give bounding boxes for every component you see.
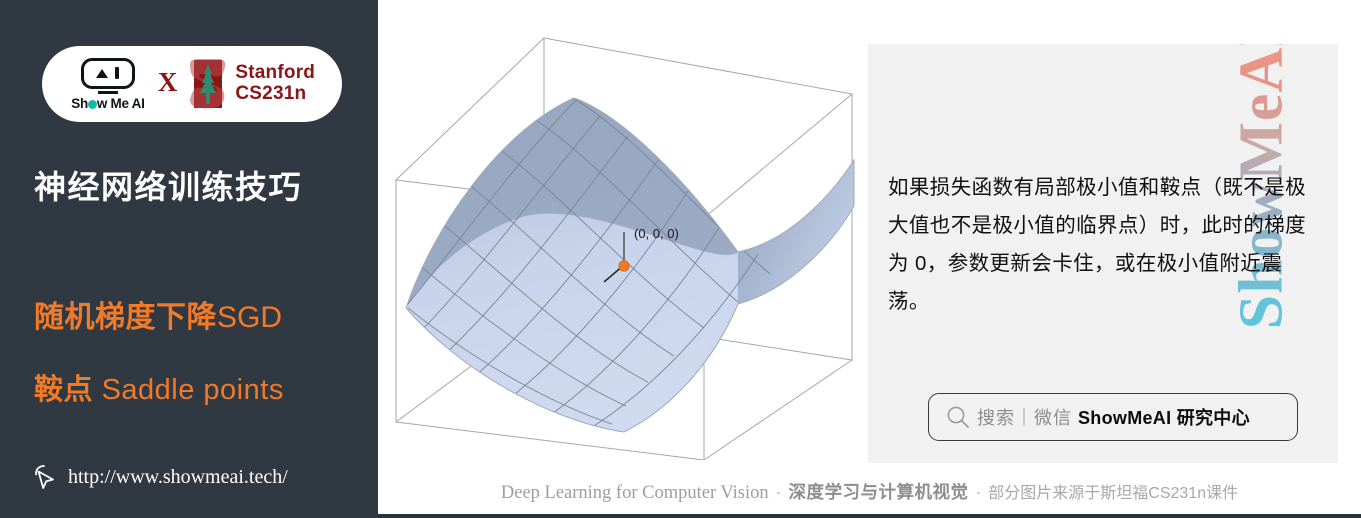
stanford-line-1: Stanford bbox=[235, 62, 316, 84]
footer-english: Deep Learning for Computer Vision bbox=[500, 483, 769, 503]
topic-cn: 鞍点 bbox=[34, 374, 94, 406]
bottom-rule bbox=[378, 514, 1361, 518]
subtitle-en: SGD bbox=[217, 301, 283, 334]
wechat-brand-label: ShowMeAI 研究中心 bbox=[1078, 408, 1250, 428]
wechat-search-label: 搜索｜微信 bbox=[977, 408, 1072, 428]
subtitle-cn: 随机梯度下降 bbox=[34, 301, 217, 334]
click-cursor-icon bbox=[32, 463, 58, 491]
footer: Deep Learning for Computer Vision · 深度学习与计… bbox=[378, 479, 1361, 504]
website-link[interactable]: http://www.showmeai.tech/ bbox=[32, 463, 288, 491]
stanford-label: Stanford CS231n bbox=[235, 63, 315, 104]
footer-chinese-bold: 深度学习与计算机视觉 bbox=[788, 482, 969, 502]
robot-eye-caret-icon bbox=[96, 68, 109, 78]
topic-en: Saddle points bbox=[93, 374, 284, 406]
stanford-tree-s-icon bbox=[188, 58, 228, 110]
wechat-search-box[interactable]: 搜索｜微信 ShowMeAI 研究中心 bbox=[928, 393, 1298, 441]
section-topic-saddle: 鞍点 Saddle points bbox=[34, 366, 284, 408]
teal-dot-icon bbox=[87, 99, 97, 109]
footer-chinese-note: 部分图片来源于斯坦福CS231n课件 bbox=[988, 485, 1239, 502]
stanford-line-2: CS231n bbox=[235, 83, 307, 104]
stanford-logo: Stanford CS231n bbox=[188, 58, 315, 110]
footer-separator-2: · bbox=[975, 482, 982, 502]
slide-root: Sh w Me AI X Stanford CS231n 神经网络训练技巧 随机… bbox=[0, 0, 1361, 518]
page-title: 神经网络训练技巧 bbox=[34, 169, 303, 205]
saddle-point-label: (0, 0, 0) bbox=[634, 226, 679, 241]
explanation-panel: ShowMeAI 如果损失函数有局部极小值和鞍点（既不是极大值也不是极小值的临界… bbox=[868, 44, 1338, 463]
footer-separator-1: · bbox=[775, 482, 782, 502]
showmeai-wordmark: Sh w Me AI bbox=[71, 95, 145, 111]
logo-x-label: X bbox=[157, 66, 178, 97]
robot-eye-bar-icon bbox=[115, 67, 120, 80]
showmeai-logo: Sh w Me AI bbox=[69, 57, 147, 111]
logo-pill: Sh w Me AI X Stanford CS231n bbox=[42, 46, 342, 122]
robot-stand-icon bbox=[97, 90, 118, 94]
saddle-surface-figure: (0, 0, 0) bbox=[386, 20, 868, 460]
magnifier-icon bbox=[945, 404, 971, 430]
website-url-label: http://www.showmeai.tech/ bbox=[68, 465, 288, 488]
robot-face-icon bbox=[80, 57, 135, 89]
explanation-text: 如果损失函数有局部极小值和鞍点（既不是极大值也不是极小值的临界点）时，此时的梯度… bbox=[888, 176, 1306, 313]
section-subtitle-sgd: 随机梯度下降SGD bbox=[34, 292, 282, 336]
main-content: (0, 0, 0) ShowMeAI 如果损失函数有局部极小值和鞍点（既不是极大… bbox=[378, 0, 1361, 518]
sidebar: Sh w Me AI X Stanford CS231n 神经网络训练技巧 随机… bbox=[0, 0, 378, 518]
